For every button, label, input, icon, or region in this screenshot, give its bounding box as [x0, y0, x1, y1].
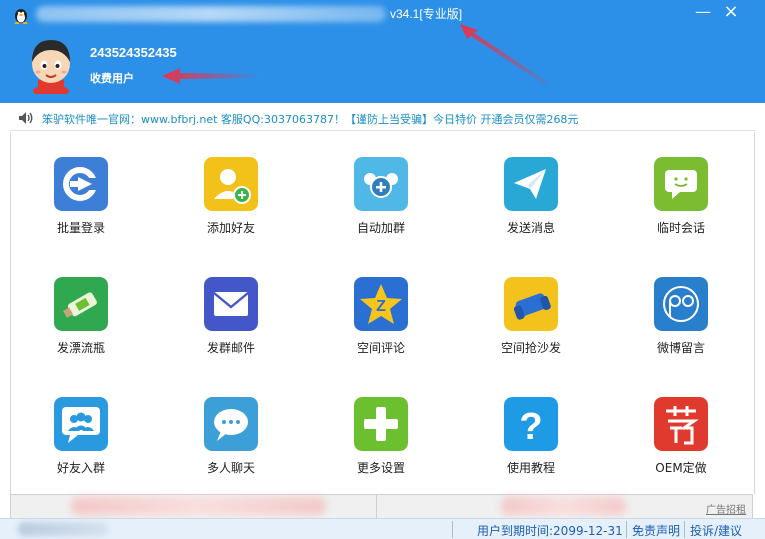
footer-divider: [376, 495, 377, 519]
chat-smile-icon: [654, 157, 708, 211]
notice-bar: 笨驴软件唯一官网：www.bfbrj.net 客服QQ:3037063787！【…: [10, 106, 755, 131]
tile-label: 空间抢沙发: [500, 341, 561, 355]
blurred-status: [18, 522, 108, 536]
main-window: v34.1[专业版] — × 243524352435 收费用户 笨驴软件唯一官…: [0, 0, 765, 539]
qzone-star-icon: Z: [354, 277, 408, 331]
tile-label: 使用教程: [506, 461, 555, 475]
close-button[interactable]: ×: [718, 2, 744, 22]
weibo-icon: [654, 277, 708, 331]
tile-tutorial[interactable]: ? 使用教程: [481, 397, 581, 497]
tile-group-mail[interactable]: 发群邮件: [181, 277, 281, 377]
tile-weibo-message[interactable]: 微博留言: [631, 277, 731, 377]
feature-grid: 批量登录 添加好友 自动加群 发送消息 临时会话 发漂流瓶 发群邮件 Z 空间评…: [10, 132, 755, 494]
minimize-button[interactable]: —: [690, 2, 716, 22]
version-label: v34.1[专业版]: [390, 7, 463, 21]
tile-add-friend[interactable]: 添加好友: [181, 157, 281, 257]
tile-label: 临时会话: [656, 221, 705, 235]
tile-label: 微博留言: [656, 341, 705, 355]
tile-label: 更多设置: [356, 461, 405, 475]
paper-plane-icon: [504, 157, 558, 211]
chat-bubble-icon: [204, 397, 258, 451]
tile-more-settings[interactable]: 更多设置: [331, 397, 431, 497]
ad-rent-link[interactable]: 广告招租: [706, 501, 746, 516]
add-friend-icon: [204, 157, 258, 211]
tile-send-message[interactable]: 发送消息: [481, 157, 581, 257]
plus-icon: [354, 397, 408, 451]
question-icon: ?: [504, 397, 558, 451]
tile-oem-custom[interactable]: OEM定做: [631, 397, 731, 497]
footer-ad-bar: 广告招租: [10, 494, 753, 519]
tile-label: 空间评论: [356, 341, 405, 355]
tile-qzone-sofa[interactable]: 空间抢沙发: [481, 277, 581, 377]
tile-batch-login[interactable]: 批量登录: [31, 157, 131, 257]
tile-label: 发群邮件: [206, 341, 255, 355]
tile-label: 添加好友: [206, 221, 255, 235]
feedback-link[interactable]: 投诉/建议: [690, 522, 742, 539]
envelope-icon: [204, 277, 258, 331]
tile-label: 自动加群: [356, 221, 405, 235]
tile-label: 多人聊天: [206, 461, 255, 475]
svg-text:Z: Z: [376, 298, 386, 315]
penguin-icon: [14, 9, 28, 24]
tile-qzone-comment[interactable]: Z 空间评论: [331, 277, 431, 377]
title-bar: v34.1[专业版] — × 243524352435 收费用户: [0, 0, 765, 103]
disclaimer-link[interactable]: 免责声明: [632, 522, 680, 539]
recommend-icon: [654, 397, 708, 451]
tile-label: 好友入群: [56, 461, 105, 475]
status-separator: [452, 521, 453, 538]
sofa-icon: [504, 277, 558, 331]
status-bar: 用户到期时间:2099-12-31 免责声明 投诉/建议: [0, 518, 765, 539]
speaker-icon: [19, 112, 33, 124]
tile-label: 批量登录: [56, 221, 105, 235]
tile-multi-chat[interactable]: 多人聊天: [181, 397, 281, 497]
user-id: 243524352435: [90, 45, 177, 60]
login-arrow-icon: [54, 157, 108, 211]
tile-label: OEM定做: [655, 461, 707, 475]
expiry-label: 用户到期时间:2099-12-31: [477, 524, 623, 538]
status-separator: [684, 521, 685, 538]
tile-label: 发送消息: [506, 221, 555, 235]
status-separator: [626, 521, 627, 538]
tile-friends-join-group[interactable]: 好友入群: [31, 397, 131, 497]
avatar[interactable]: [24, 36, 78, 94]
blurred-title: [36, 6, 386, 22]
blurred-ad-left: [71, 497, 326, 515]
friends-group-icon: [54, 397, 108, 451]
blurred-ad-right: [501, 497, 626, 515]
auto-join-group-icon: [354, 157, 408, 211]
tile-drift-bottle[interactable]: 发漂流瓶: [31, 277, 131, 377]
tile-temp-chat[interactable]: 临时会话: [631, 157, 731, 257]
tile-label: 发漂流瓶: [56, 341, 105, 355]
notice-text[interactable]: 笨驴软件唯一官网：www.bfbrj.net 客服QQ:3037063787！【…: [42, 111, 578, 127]
tile-auto-join-group[interactable]: 自动加群: [331, 157, 431, 257]
svg-text:?: ?: [519, 406, 542, 448]
drift-bottle-icon: [54, 277, 108, 331]
user-type: 收费用户: [90, 72, 134, 85]
